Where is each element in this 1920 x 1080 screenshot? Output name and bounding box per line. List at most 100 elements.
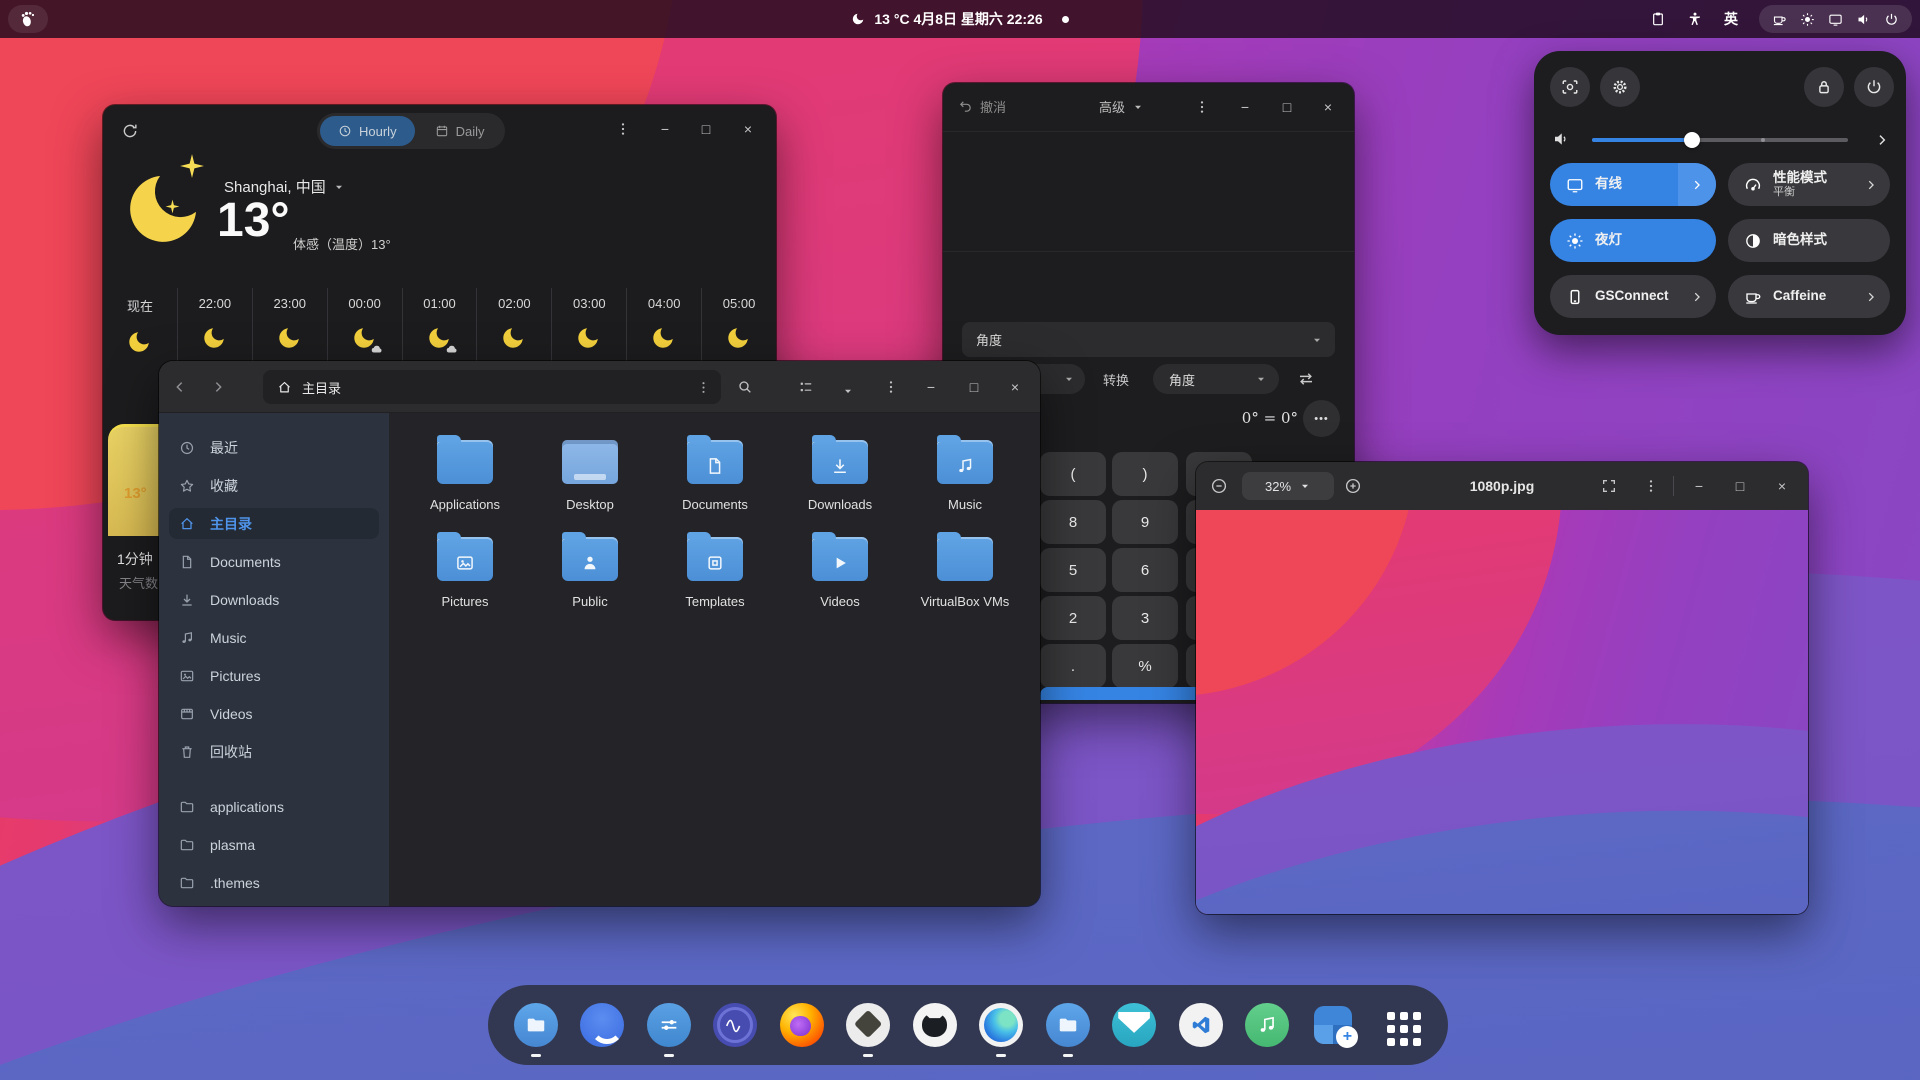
lock-button[interactable] [1804,67,1844,107]
volume-slider-knob[interactable] [1683,132,1700,148]
minimize-button[interactable]: − [918,374,944,400]
close-button[interactable]: × [1769,473,1795,499]
back-icon[interactable] [167,374,193,400]
calc-key[interactable]: % [1112,644,1178,688]
file-grid-item[interactable]: Videos [785,532,895,609]
undo-button[interactable]: 撤消 [958,97,1006,116]
dock-app-icon[interactable] [1311,1003,1359,1048]
minimize-button[interactable]: − [1686,473,1712,499]
sidebar-item[interactable]: 收藏 [169,470,379,501]
menu-kebab-icon[interactable] [610,116,636,142]
qs-toggle[interactable]: 有线 [1550,163,1716,206]
zoom-in-icon[interactable] [1340,473,1366,499]
menu-kebab-icon[interactable] [1189,94,1215,120]
clock-menu[interactable]: 13 °C 4月8日 星期六 22:26 [0,0,1920,38]
maximize-button[interactable]: □ [1274,94,1300,120]
minimize-button[interactable]: − [652,116,678,142]
power-button[interactable] [1854,67,1894,107]
minimize-button[interactable]: − [1232,94,1258,120]
search-icon[interactable] [732,374,758,400]
dock-app-icon[interactable] [912,1003,957,1047]
zoom-level-dropdown[interactable]: 32% [1242,472,1334,500]
close-button[interactable]: × [735,116,761,142]
input-method-indicator[interactable]: 英 [1724,9,1738,29]
qs-expand-chevron-icon[interactable] [1852,163,1890,206]
file-grid-item[interactable]: Public [535,532,645,609]
file-grid-item[interactable]: Applications [410,435,520,512]
tab-daily[interactable]: Daily [417,116,503,146]
calc-key[interactable]: 3 [1112,596,1178,640]
dock-app-icon[interactable] [646,1003,691,1057]
tab-hourly[interactable]: Hourly [320,116,415,146]
volume-slider[interactable] [1592,132,1848,148]
screenshot-button[interactable] [1550,67,1590,107]
sidebar-item[interactable]: Videos [169,698,379,729]
file-grid-item[interactable]: Music [910,435,1020,512]
sidebar-item[interactable]: .themes [169,867,379,898]
qs-expand-chevron-icon[interactable] [1678,163,1716,206]
file-grid-item[interactable]: Pictures [410,532,520,609]
dock-app-icon[interactable] [846,1003,891,1057]
qs-toggle[interactable]: 暗色样式 [1728,219,1890,262]
sidebar-item[interactable]: Documents [169,546,379,577]
forward-icon[interactable] [205,374,231,400]
qs-expand-chevron-icon[interactable] [1678,275,1716,318]
angle-unit-select[interactable]: 角度 [962,322,1335,357]
qs-expand-chevron-icon[interactable] [1852,275,1890,318]
dock-app-icon[interactable] [1178,1003,1223,1047]
swap-units-icon[interactable] [1297,370,1315,388]
refresh-button[interactable] [117,118,143,144]
calc-key[interactable]: . [1040,644,1106,688]
path-menu-kebab-icon[interactable] [696,380,711,395]
more-digits-button[interactable]: ••• [1303,400,1340,437]
dock-app-icon[interactable] [779,1003,824,1047]
view-toggle-icon[interactable] [793,374,819,400]
qs-toggle[interactable]: Caffeine [1728,275,1890,318]
calc-key[interactable]: 9 [1112,500,1178,544]
sidebar-item[interactable]: 最近 [169,432,379,463]
menu-kebab-icon[interactable] [878,374,904,400]
file-grid-item[interactable]: Documents [660,435,770,512]
file-grid-item[interactable]: VirtualBox VMs [910,532,1020,609]
qs-toggle[interactable]: 性能模式 平衡 [1728,163,1890,206]
convert-to-select[interactable]: 角度 [1153,364,1279,394]
path-bar[interactable]: 主目录 [263,370,721,404]
dock-app-icon[interactable] [979,1003,1024,1057]
settings-button[interactable] [1600,67,1640,107]
dock-app-icon[interactable] [514,1003,558,1057]
dock-app-icon[interactable] [580,1003,625,1047]
fullscreen-icon[interactable] [1596,473,1622,499]
volume-expand-chevron-icon[interactable] [1874,132,1890,148]
sidebar-item[interactable]: Pictures [169,660,379,691]
dock-app-icon[interactable] [1112,1003,1157,1047]
volume-icon[interactable] [1552,130,1570,148]
maximize-button[interactable]: □ [961,374,987,400]
sidebar-item[interactable]: 回收站 [169,736,379,767]
calc-key[interactable]: ( [1040,452,1106,496]
mode-dropdown[interactable]: 高级 [1099,97,1144,116]
view-dropdown-icon[interactable] [835,378,861,404]
file-grid-item[interactable]: Templates [660,532,770,609]
calc-key[interactable]: 5 [1040,548,1106,592]
dock-app-icon[interactable] [713,1003,758,1047]
clipboard-icon[interactable] [1650,11,1666,27]
sidebar-item[interactable]: Downloads [169,584,379,615]
maximize-button[interactable]: □ [693,116,719,142]
calc-key[interactable]: ) [1112,452,1178,496]
maximize-button[interactable]: □ [1727,473,1753,499]
calc-key[interactable]: 2 [1040,596,1106,640]
dock-app-icon[interactable] [1244,1003,1289,1047]
dock-app-icon[interactable] [1045,1003,1090,1057]
menu-kebab-icon[interactable] [1638,473,1664,499]
file-grid-item[interactable]: Desktop [535,437,645,512]
close-button[interactable]: × [1002,374,1028,400]
qs-toggle[interactable]: 夜灯 [1550,219,1716,262]
zoom-out-icon[interactable] [1206,473,1232,499]
file-grid-item[interactable]: Downloads [785,435,895,512]
dock-app-icon[interactable] [1378,1003,1422,1047]
qs-toggle[interactable]: GSConnect [1550,275,1716,318]
calc-key[interactable]: 6 [1112,548,1178,592]
sidebar-item[interactable]: plasma [169,829,379,860]
system-status-menu[interactable] [1759,5,1912,33]
sidebar-item[interactable]: Music [169,622,379,653]
